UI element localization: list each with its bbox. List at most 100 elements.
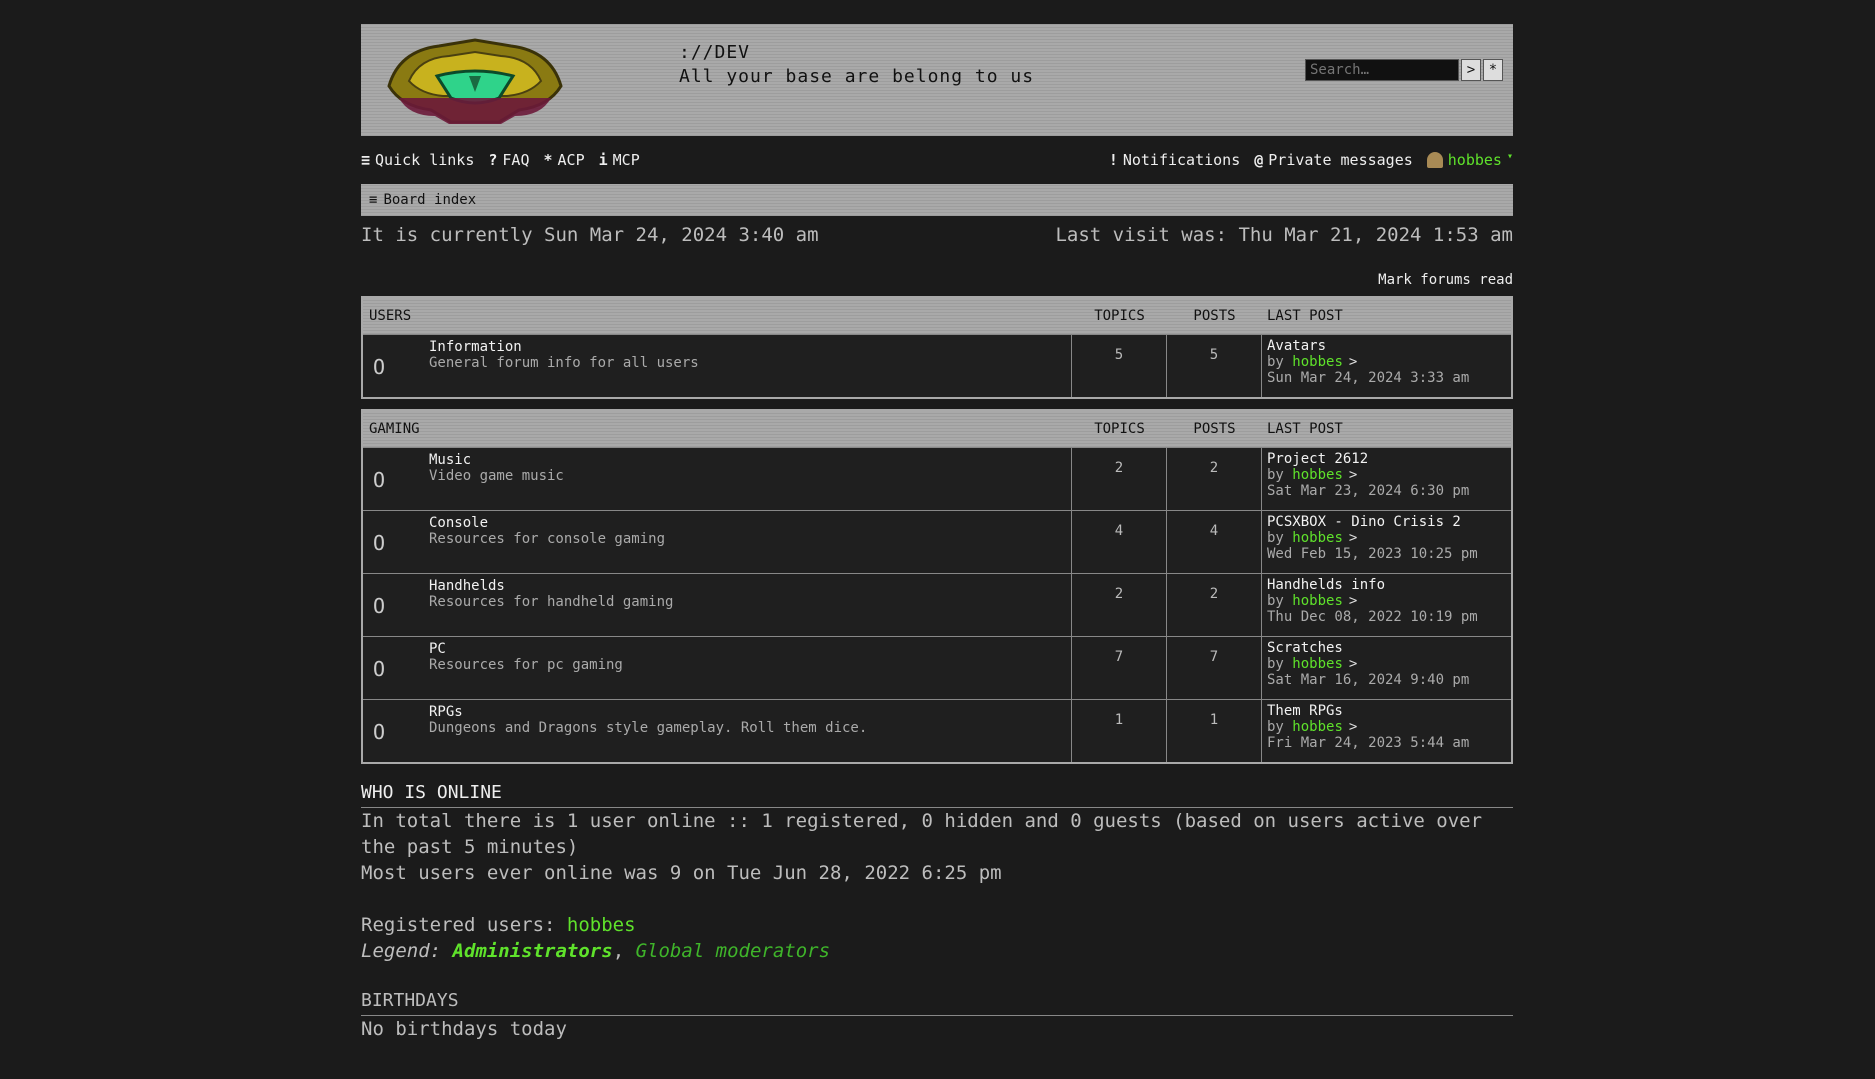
acp-link[interactable]: * ACP: [544, 151, 585, 169]
forum-title-link[interactable]: Console: [429, 515, 488, 531]
last-post-date: Sat Mar 23, 2024 6:30 pm: [1267, 483, 1470, 499]
forum-read-icon: O: [373, 720, 386, 744]
col-topics: TOPICS: [1094, 308, 1145, 324]
last-post-cell: Avatars by hobbes > Sun Mar 24, 2024 3:33…: [1262, 335, 1511, 397]
last-post-user-link[interactable]: hobbes: [1292, 467, 1343, 483]
who-is-online-title[interactable]: WHO IS ONLINE: [361, 782, 1513, 808]
last-post-title-link[interactable]: Project 2612: [1267, 451, 1511, 467]
last-post-user-link[interactable]: hobbes: [1292, 656, 1343, 672]
last-post-date: Thu Dec 08, 2022 10:19 pm: [1267, 609, 1478, 625]
forum-row: O Information General forum info for all…: [363, 334, 1511, 397]
last-post-cell: PCSXBOX - Dino Crisis 2 by hobbes > Wed F…: [1262, 511, 1511, 573]
forum-row: O Handhelds Resources for handheld gamin…: [363, 573, 1511, 636]
last-post-date: Sun Mar 24, 2024 3:33 am: [1267, 370, 1470, 386]
forum-description: Resources for handheld gaming: [429, 594, 674, 610]
forum-row: O RPGs Dungeons and Dragons style gamepl…: [363, 699, 1511, 762]
caret-down-icon: ▾: [1506, 150, 1513, 162]
col-topics: TOPICS: [1094, 421, 1145, 437]
col-posts: POSTS: [1193, 421, 1236, 437]
last-post-user-link[interactable]: hobbes: [1292, 593, 1343, 609]
registered-user-link[interactable]: hobbes: [567, 914, 636, 936]
topics-count: 1: [1072, 700, 1167, 762]
last-post-title-link[interactable]: PCSXBOX - Dino Crisis 2: [1267, 514, 1511, 530]
registered-users: Registered users: hobbes: [361, 912, 1513, 938]
private-messages-label: Private messages: [1268, 151, 1413, 169]
last-post-user-link[interactable]: hobbes: [1292, 530, 1343, 546]
last-post-title-link[interactable]: Handhelds info: [1267, 577, 1511, 593]
search-input[interactable]: [1305, 59, 1459, 81]
chevron-right-icon[interactable]: >: [1349, 656, 1357, 672]
site-logo[interactable]: [379, 36, 571, 124]
col-posts: POSTS: [1193, 308, 1236, 324]
last-post-title-link[interactable]: Scratches: [1267, 640, 1511, 656]
forum-title-link[interactable]: Information: [429, 339, 522, 355]
forum-title-link[interactable]: PC: [429, 641, 446, 657]
forum-read-icon: O: [373, 531, 386, 555]
site-title[interactable]: ://DEV: [679, 42, 750, 63]
legend-global-moderators-link[interactable]: Global moderators: [636, 940, 830, 962]
forum-row: O PC Resources for pc gaming 7 7 Scratch…: [363, 636, 1511, 699]
site-header: ://DEV All your base are belong to us > …: [361, 24, 1513, 136]
forum-description: General forum info for all users: [429, 355, 699, 371]
helmet-logo-icon: [387, 38, 563, 124]
last-post-user-link[interactable]: hobbes: [1292, 719, 1343, 735]
chevron-right-icon[interactable]: >: [1349, 467, 1357, 483]
category-title[interactable]: GAMING: [363, 421, 1072, 437]
forum-row: O Music Video game music 2 2 Project 261…: [363, 447, 1511, 510]
breadcrumb: ≡ Board index: [361, 184, 1513, 216]
username-label: hobbes: [1447, 151, 1502, 169]
mark-forums-read-link[interactable]: Mark forums read: [361, 272, 1513, 296]
last-post-user-link[interactable]: hobbes: [1292, 354, 1343, 370]
legend-administrators-link[interactable]: Administrators: [453, 940, 613, 962]
forum-read-icon: O: [373, 657, 386, 681]
notifications-link[interactable]: ! Notifications: [1109, 151, 1240, 169]
last-post-date: Sat Mar 16, 2024 9:40 pm: [1267, 672, 1470, 688]
private-messages-link[interactable]: @ Private messages: [1254, 151, 1413, 169]
forum-read-icon: O: [373, 468, 386, 492]
forum-title-link[interactable]: Handhelds: [429, 578, 505, 594]
category-users: USERS TOPICS POSTS LAST POST O Informati…: [361, 296, 1513, 399]
by-label: by: [1267, 593, 1284, 609]
topics-count: 2: [1072, 574, 1167, 636]
by-label: by: [1267, 719, 1284, 735]
advanced-search-button[interactable]: *: [1483, 59, 1503, 81]
birthdays-text: No birthdays today: [361, 1018, 567, 1040]
board-index-link[interactable]: Board index: [383, 192, 476, 208]
by-label: by: [1267, 467, 1284, 483]
forum-title-link[interactable]: Music: [429, 452, 471, 468]
quick-links-menu[interactable]: ≡ Quick links: [361, 151, 474, 169]
category-header: USERS TOPICS POSTS LAST POST: [363, 298, 1511, 334]
question-icon: ?: [488, 151, 498, 169]
chevron-right-icon[interactable]: >: [1349, 719, 1357, 735]
page-wrap: ://DEV All your base are belong to us > …: [361, 24, 1513, 1042]
chevron-right-icon[interactable]: >: [1349, 530, 1357, 546]
legend: Legend: Administrators, Global moderator…: [361, 938, 1513, 964]
search-button[interactable]: >: [1461, 59, 1481, 81]
chevron-right-icon[interactable]: >: [1349, 593, 1357, 609]
chevron-right-icon[interactable]: >: [1349, 354, 1357, 370]
forum-description: Resources for pc gaming: [429, 657, 623, 673]
search-box: > *: [1305, 59, 1503, 81]
forum-description: Video game music: [429, 468, 564, 484]
topics-count: 7: [1072, 637, 1167, 699]
by-label: by: [1267, 530, 1284, 546]
mcp-link[interactable]: i MCP: [599, 151, 640, 169]
last-post-cell: Project 2612 by hobbes > Sat Mar 23, 2024…: [1262, 448, 1511, 510]
site-description: All your base are belong to us: [679, 66, 1035, 87]
hamburger-icon: ≡: [361, 151, 371, 169]
category-title[interactable]: USERS: [363, 308, 1072, 324]
last-post-title-link[interactable]: Them RPGs: [1267, 703, 1511, 719]
faq-link[interactable]: ? FAQ: [488, 151, 529, 169]
last-post-title-link[interactable]: Avatars: [1267, 338, 1511, 354]
col-last-post: LAST POST: [1267, 308, 1343, 324]
avatar: [1426, 152, 1443, 168]
posts-count: 1: [1167, 700, 1262, 762]
forum-row: O Console Resources for console gaming 4…: [363, 510, 1511, 573]
forum-title-link[interactable]: RPGs: [429, 704, 463, 720]
topics-count: 4: [1072, 511, 1167, 573]
birthdays-title: BIRTHDAYS: [361, 990, 1513, 1016]
last-post-date: Fri Mar 24, 2023 5:44 am: [1267, 735, 1470, 751]
faq-label: FAQ: [502, 151, 530, 169]
last-post-cell: Scratches by hobbes > Sat Mar 16, 2024 9:…: [1262, 637, 1511, 699]
user-menu[interactable]: hobbes ▾: [1426, 150, 1513, 169]
